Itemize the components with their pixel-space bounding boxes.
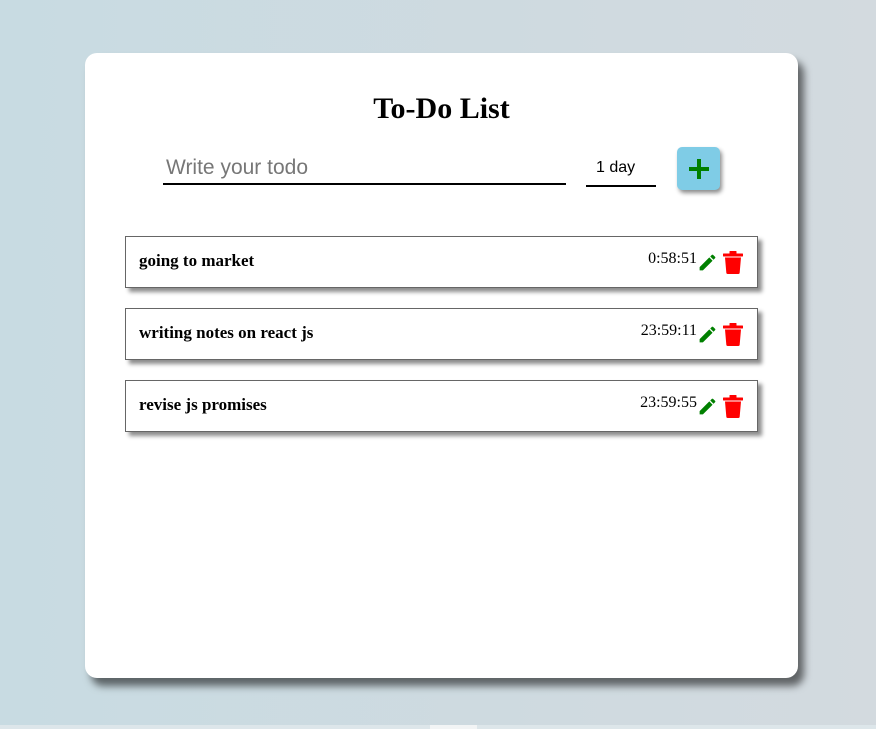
todo-text: revise js promises (139, 395, 267, 414)
todo-list: going to market 0:58:51 writing notes on… (125, 236, 758, 452)
todo-item: revise js promises 23:59:55 (125, 380, 758, 432)
add-todo-button[interactable] (677, 147, 720, 190)
trash-icon[interactable] (723, 395, 743, 418)
todo-timer: 23:59:55 (640, 394, 697, 411)
bottom-strip-highlight (430, 725, 477, 729)
todo-item: writing notes on react js 23:59:11 (125, 308, 758, 360)
trash-icon[interactable] (723, 251, 743, 274)
bottom-strip (0, 725, 876, 729)
duration-select[interactable]: 1 day (586, 153, 656, 187)
todo-timer: 0:58:51 (648, 250, 697, 267)
todo-text: writing notes on react js (139, 323, 314, 342)
pencil-icon[interactable] (697, 396, 718, 417)
page-title: To-Do List (373, 92, 510, 125)
todo-text: going to market (139, 251, 255, 270)
todo-timer: 23:59:11 (640, 322, 697, 339)
plus-icon (688, 158, 709, 179)
pencil-icon[interactable] (697, 324, 718, 345)
pencil-icon[interactable] (697, 252, 718, 273)
todo-input[interactable] (163, 153, 566, 185)
trash-icon[interactable] (723, 323, 743, 346)
todo-card: To-Do List 1 day going to market 0:58:51… (85, 53, 798, 678)
todo-item: going to market 0:58:51 (125, 236, 758, 288)
